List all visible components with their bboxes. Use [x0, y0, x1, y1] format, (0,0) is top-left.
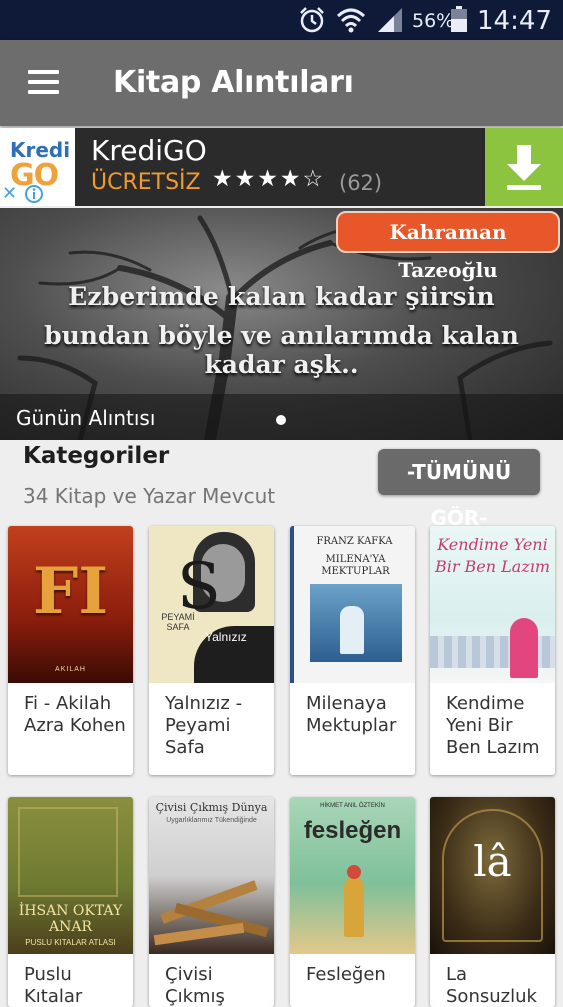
cover-author: PUSLU KITALAR ATLASI: [25, 938, 116, 947]
ad-rating-stars: ★★★★☆: [212, 166, 326, 192]
alarm-icon: [300, 7, 324, 33]
quote-line-1: Ezberimde kalan kadar şiirsin: [68, 282, 495, 311]
see-all-button[interactable]: -TÜMÜNÜ GÖR-: [378, 449, 540, 530]
ad-app-name[interactable]: KrediGO: [91, 134, 207, 167]
ad-close-icon[interactable]: ✕: [2, 184, 20, 202]
book-cover-civisi-cikmis: Çivisi Çıkmış Dünya Uygarlıklarımız Tüke…: [149, 797, 274, 954]
wifi-icon: [336, 8, 366, 33]
cover-title: FI: [32, 554, 109, 629]
book-cover-yalniziz: S PEYAMİ SAFA Yalnızız: [149, 526, 274, 683]
clock-time: 14:47: [477, 6, 552, 36]
cover-author: HİKMET ANIL ÖZTEKİN: [320, 803, 385, 809]
app-title: Kitap Alıntıları: [113, 65, 354, 100]
banner-caption: Günün Alıntısı: [16, 406, 156, 430]
carousel-page-indicator[interactable]: [276, 415, 286, 425]
cover-author: AKILAH: [55, 666, 86, 673]
book-cover-kendime: Kendime Yeni Bir Ben Lazım: [430, 526, 555, 683]
book-title: Çivisi Çıkmış: [165, 964, 225, 1007]
cover-title: lâ: [473, 837, 512, 886]
signal-icon: [378, 8, 402, 32]
ad-price: ÜCRETSİZ: [91, 170, 201, 195]
categories-subtitle: 34 Kitap ve Yazar Mevcut: [23, 484, 276, 508]
book-card[interactable]: S PEYAMİ SAFA Yalnızız Yalnızız - Peyami…: [149, 526, 274, 775]
ad-rating-count: (62): [339, 171, 383, 195]
author-badge: Kahraman Tazeoğlu: [336, 211, 560, 282]
book-card[interactable]: lâ La Sonsuzluk: [430, 797, 555, 1007]
cover-title: fesleğen: [303, 817, 402, 844]
battery-icon: [451, 6, 467, 32]
book-card[interactable]: HİKMET ANIL ÖZTEKİN fesleğen Fesleğen: [290, 797, 415, 1007]
book-title: Milenaya Mektuplar: [306, 693, 397, 736]
book-card[interactable]: FRANZ KAFKA MILENA'YA MEKTUPLAR Milenaya…: [290, 526, 415, 775]
cover-title: MILENA'YA MEKTUPLAR: [321, 554, 390, 577]
categories-title: Kategoriler: [23, 443, 170, 469]
book-title: Fesleğen: [306, 964, 386, 985]
quote-of-the-day-banner[interactable]: Kahraman Tazeoğlu Ezberimde kalan kadar …: [0, 208, 563, 440]
battery-percent: 56%: [412, 10, 455, 32]
book-title: Fi - Akilah Azra Kohen: [24, 693, 126, 736]
status-bar: 56% 14:47: [0, 0, 563, 40]
book-card[interactable]: İHSAN OKTAY ANAR PUSLU KITALAR ATLASI Pu…: [8, 797, 133, 1007]
book-cover-la: lâ: [430, 797, 555, 954]
book-card[interactable]: Kendime Yeni Bir Ben Lazım Kendime Yeni …: [430, 526, 555, 775]
book-cover-milena: FRANZ KAFKA MILENA'YA MEKTUPLAR: [290, 526, 415, 683]
book-title: Yalnızız - Peyami Safa: [165, 693, 243, 758]
book-card[interactable]: FI AKILAH Fi - Akilah Azra Kohen: [8, 526, 133, 775]
app-bar: Kitap Alıntıları: [0, 40, 563, 126]
book-cover-feslegen: HİKMET ANIL ÖZTEKİN fesleğen: [290, 797, 415, 954]
ad-info-icon[interactable]: [24, 184, 44, 204]
ad-app-logo[interactable]: Kredi GO ✕: [0, 128, 75, 206]
download-icon: [507, 145, 541, 190]
cover-author: FRANZ KAFKA: [316, 536, 393, 547]
cover-title: Yalnızız: [205, 630, 247, 644]
cover-title: Kendime Yeni Bir Ben Lazım: [434, 535, 551, 576]
book-title: Puslu Kıtalar: [24, 964, 83, 1007]
cover-title: Çivisi Çıkmış Dünya: [155, 801, 268, 814]
cover-author: PEYAMİ SAFA: [161, 612, 195, 632]
cover-title: İHSAN OKTAY ANAR: [18, 903, 123, 935]
book-cover-puslu-kitalar: İHSAN OKTAY ANAR PUSLU KITALAR ATLASI: [8, 797, 133, 954]
cover-author: Uygarlıklarımız Tükendiğinde: [166, 817, 257, 824]
book-title: Kendime Yeni Bir Ben Lazım: [446, 693, 540, 758]
quote-line-2: bundan böyle ve anılarımda kalan kadar a…: [44, 321, 519, 379]
ad-download-button[interactable]: [485, 128, 563, 206]
book-title: La Sonsuzluk: [446, 964, 537, 1007]
book-card[interactable]: Çivisi Çıkmış Dünya Uygarlıklarımız Tüke…: [149, 797, 274, 1007]
hamburger-menu-icon[interactable]: [20, 62, 66, 102]
ad-banner[interactable]: Kredi GO ✕ KrediGO ÜCRETSİZ ★★★★☆ (62): [0, 128, 563, 206]
book-cover-fi: FI AKILAH: [8, 526, 133, 683]
